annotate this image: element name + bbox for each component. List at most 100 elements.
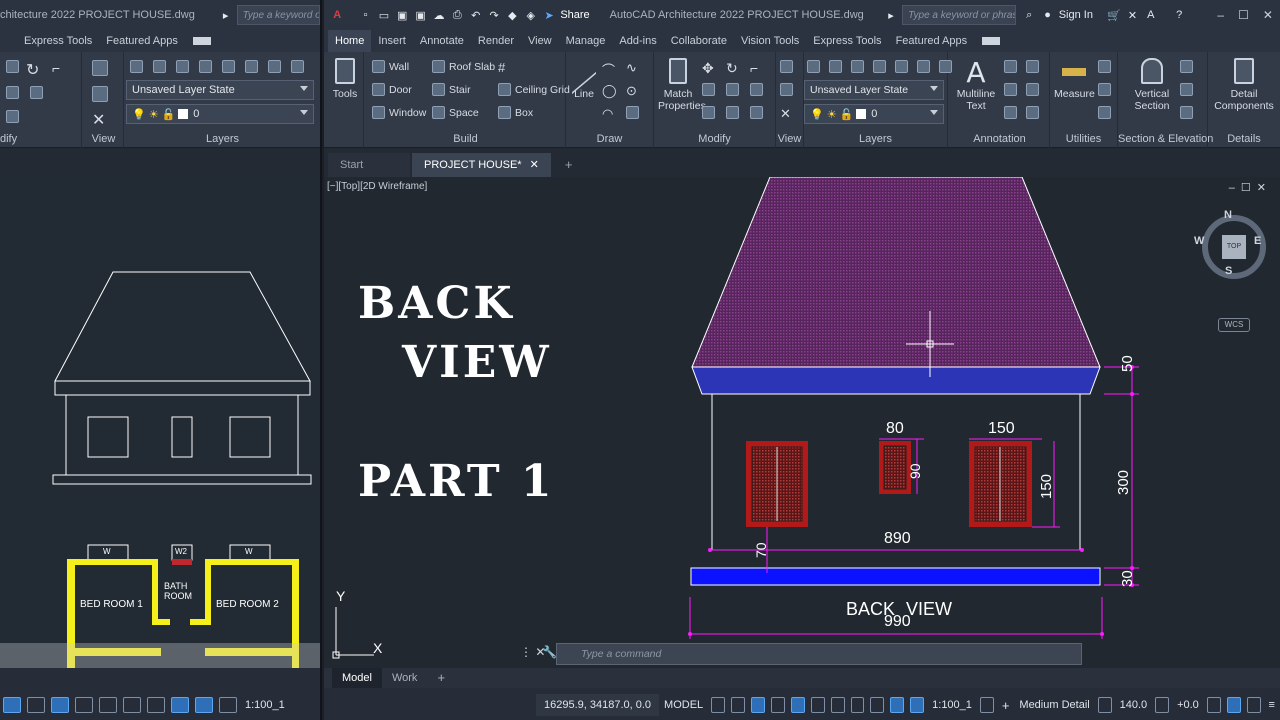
tools-button[interactable]: Tools — [330, 58, 360, 100]
layer-properties-icon[interactable] — [807, 60, 820, 73]
wall-button[interactable]: Wall — [372, 60, 409, 73]
offset-icon[interactable] — [1155, 697, 1170, 713]
left-layers-title[interactable]: Layers — [124, 133, 320, 145]
model-space-button[interactable]: MODEL — [659, 699, 708, 711]
help-icon[interactable]: ? — [1172, 8, 1186, 22]
search-icon[interactable]: ⌕ — [1022, 8, 1036, 22]
lineweight-icon[interactable] — [123, 697, 141, 713]
user-icon[interactable]: ● — [1040, 8, 1054, 22]
stretch-icon[interactable] — [30, 86, 47, 99]
line-button[interactable]: Line — [570, 47, 598, 100]
layer-previous-icon[interactable] — [851, 60, 864, 73]
layer-isolate-icon[interactable] — [199, 60, 212, 73]
fillet-icon[interactable]: ⌐ — [52, 60, 60, 76]
roof-slab-button[interactable]: Roof Slab — [432, 60, 495, 73]
cart-icon[interactable]: 🛒 — [1107, 8, 1121, 22]
lineweight-icon[interactable] — [850, 697, 865, 713]
undo-icon[interactable]: ↶ — [469, 8, 483, 22]
space-button[interactable]: Space — [432, 106, 479, 119]
ellipse-icon[interactable]: ⊙ — [626, 83, 637, 99]
tab-manage[interactable]: Manage — [559, 30, 613, 52]
view-cube-icon[interactable] — [780, 60, 797, 73]
sign-in-button[interactable]: Sign In — [1059, 9, 1093, 21]
calculator-icon[interactable] — [1098, 106, 1115, 119]
tab-add-ins[interactable]: Add-ins — [612, 30, 663, 52]
menu-featured-apps[interactable]: Featured Apps — [99, 30, 185, 52]
move-icon[interactable] — [6, 60, 23, 73]
draw-title[interactable]: Draw — [566, 133, 653, 145]
tab-vision-tools[interactable]: Vision Tools — [734, 30, 806, 52]
trim-icon[interactable] — [750, 83, 767, 96]
autoscale-icon[interactable] — [910, 697, 925, 713]
isolate-icon[interactable] — [1206, 697, 1221, 713]
viewport-window-controls[interactable]: –☐✕ — [1229, 181, 1272, 194]
match-properties-button[interactable]: Match Properties — [658, 58, 706, 112]
add-layout-icon[interactable]: + — [427, 668, 455, 688]
keynote-icon[interactable] — [1004, 106, 1021, 119]
mirror-icon[interactable] — [726, 83, 743, 96]
layer-previous-icon[interactable] — [176, 60, 189, 73]
multiline-text-button[interactable]: A Multiline Text — [952, 58, 1000, 113]
exchange-icon[interactable]: ✕ — [1125, 8, 1139, 22]
workspace-icon[interactable] — [192, 37, 211, 45]
elevation-icon[interactable] — [1097, 697, 1112, 713]
compass-e[interactable]: E — [1254, 235, 1261, 247]
close-icon[interactable]: ✕ — [1256, 8, 1280, 22]
plus-icon[interactable]: + — [997, 698, 1015, 713]
annotation-scale-icon[interactable] — [219, 697, 237, 713]
layers-title[interactable]: Layers — [804, 133, 947, 145]
left-layer-select[interactable]: 💡 ☀ 🔓 0 — [126, 104, 314, 124]
share-icon[interactable]: ➤ — [542, 8, 556, 22]
viewport-icon[interactable] — [92, 86, 112, 102]
offset-value[interactable]: +0.0 — [1172, 699, 1204, 711]
coordinates-readout[interactable]: 16295.9, 34187.0, 0.0 — [536, 694, 660, 716]
print-icon[interactable]: ⎙ — [450, 8, 464, 22]
menu-express-tools[interactable]: Express Tools — [0, 30, 99, 52]
autodesk-a-icon[interactable]: A — [1144, 8, 1158, 22]
elevation-icon[interactable] — [1180, 60, 1197, 73]
osnap-icon[interactable] — [790, 697, 805, 713]
rectangle-icon[interactable] — [626, 106, 643, 119]
polyline-icon[interactable]: ⌒ — [602, 60, 615, 79]
tab-insert[interactable]: Insert — [371, 30, 413, 52]
layer-properties-icon[interactable] — [130, 60, 143, 73]
left-search-input[interactable]: Type a keyword or p — [236, 5, 320, 25]
view-cube-icon[interactable] — [92, 60, 112, 76]
tab-model[interactable]: Model — [332, 668, 382, 688]
tab-express-tools[interactable]: Express Tools — [806, 30, 888, 52]
array-icon[interactable] — [750, 106, 767, 119]
transparency-icon[interactable] — [870, 697, 885, 713]
arc-icon[interactable]: ◠ — [602, 106, 613, 122]
navigation-icon[interactable]: ✕ — [92, 110, 105, 130]
layer-isolate-icon[interactable] — [873, 60, 886, 73]
detail-components-button[interactable]: Detail Components — [1212, 58, 1276, 112]
stretch-icon[interactable] — [702, 106, 719, 119]
scale-icon[interactable] — [726, 106, 743, 119]
leader-icon[interactable] — [1026, 60, 1043, 73]
detail-level-select[interactable]: Medium Detail — [1014, 699, 1094, 711]
dimension-icon[interactable] — [1004, 60, 1021, 73]
annotation-scale[interactable]: 1:100_1 — [927, 699, 977, 711]
layer-state-select[interactable]: Unsaved Layer State — [804, 80, 944, 100]
layer-off-icon[interactable] — [917, 60, 930, 73]
redo-icon[interactable]: ↷ — [487, 8, 501, 22]
snap-mode-icon[interactable] — [731, 697, 745, 713]
right-search-input[interactable]: Type a keyword or phrase — [902, 5, 1016, 25]
wcs-menu[interactable]: WCS — [1218, 318, 1250, 332]
autoscale-icon[interactable] — [195, 697, 213, 713]
vertical-section-button[interactable]: Vertical Section — [1128, 58, 1176, 112]
compass-s[interactable]: S — [1225, 265, 1232, 277]
otrack-icon[interactable] — [810, 697, 825, 713]
navigation-icon[interactable]: ✕ — [780, 106, 791, 122]
save-icon[interactable]: ▣ — [395, 8, 409, 22]
viewport-icon[interactable] — [780, 83, 797, 96]
elevation-value[interactable]: 140.0 — [1115, 699, 1153, 711]
layer-walk-icon[interactable] — [291, 60, 304, 73]
build-title[interactable]: Build — [366, 133, 565, 145]
tab-view[interactable]: View — [521, 30, 559, 52]
stair-button[interactable]: Stair — [432, 83, 471, 96]
transparency-icon[interactable] — [147, 697, 165, 713]
layers-icon[interactable]: ◆ — [505, 8, 519, 22]
tab-featured-apps[interactable]: Featured Apps — [889, 30, 975, 52]
left-scale-value[interactable]: 1:100_1 — [240, 699, 290, 711]
